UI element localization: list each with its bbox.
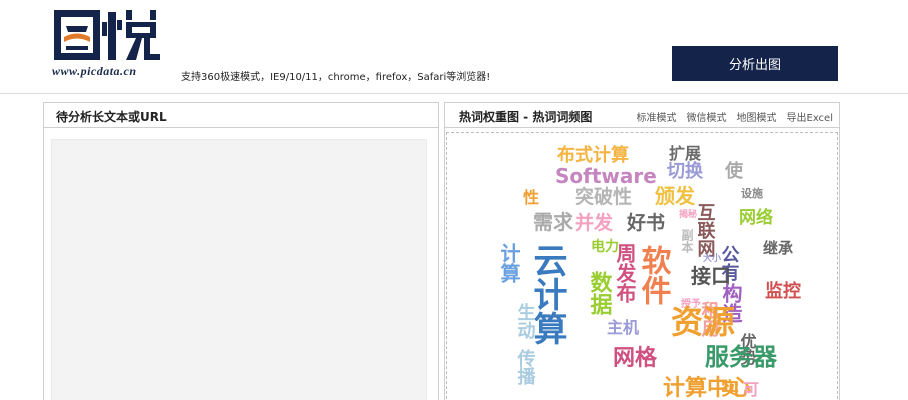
cloud-word: 颁发 <box>655 184 696 208</box>
mode-wechat[interactable]: 微信模式 <box>687 109 727 124</box>
cloud-word: 计算 <box>497 243 521 284</box>
browser-support-tagline: 支持360极速模式，IE9/10/11，chrome，firefox，Safar… <box>181 72 491 83</box>
analyze-button[interactable]: 分析出图 <box>672 46 838 81</box>
input-panel: 待分析长文本或URL <box>43 102 439 400</box>
cloud-word: Software <box>555 164 657 188</box>
cloud-word: 互联网 <box>695 203 716 257</box>
top-header: www.picdata.cn 支持360极速模式，IE9/10/11，chrom… <box>0 0 908 94</box>
cloud-word: 继承 <box>763 239 793 257</box>
word-cloud: 布式计算 扩展Software 切换 使突破性 颁发互联网设施网络性需求 并发 好书 揭秘副本… <box>497 144 801 400</box>
cloud-word: 服务器 <box>705 343 778 371</box>
text-url-input[interactable] <box>51 139 427 400</box>
cloud-word: 突破性 <box>575 185 632 208</box>
cloud-word: 周发布 <box>613 243 637 304</box>
cloud-word: 资源 <box>671 303 735 341</box>
cloud-word: 好书 <box>626 211 665 234</box>
cloud-word: 网格 <box>613 345 658 371</box>
cloud-word: 需求 <box>533 210 574 234</box>
cloud-word: 主机 <box>607 318 639 337</box>
cloud-word: 生动 <box>515 302 536 340</box>
cloud-word: 传播 <box>515 348 537 386</box>
cloud-word: 使 <box>724 161 744 182</box>
word-cloud-canvas: 布式计算 扩展 Software 切换使突破性 颁发 互联网 设施 网络性需求 并发 好书 揭秘 副本… <box>446 132 838 400</box>
cloud-word: 切换 <box>667 160 704 182</box>
output-panel: 热词权重图 - 热词词频图 标准模式 微信模式 地图模式 导出Excel 布式计… <box>444 102 840 400</box>
output-panel-header: 热词权重图 - 热词词频图 标准模式 微信模式 地图模式 导出Excel <box>445 103 839 128</box>
cloud-word: 设施 <box>741 186 763 200</box>
cloud-word: 揭秘 <box>679 208 697 220</box>
mode-map[interactable]: 地图模式 <box>737 109 777 124</box>
cloud-word: 副本 <box>680 228 694 254</box>
cloud-word: 性 <box>523 188 539 207</box>
output-panel-title: 热词权重图 - 热词词频图 <box>459 110 593 124</box>
cloud-word: 实 <box>721 378 739 400</box>
cloud-word: 网络 <box>739 207 773 228</box>
input-panel-title: 待分析长文本或URL <box>44 103 438 128</box>
logo-url-text: www.picdata.cn <box>52 64 137 78</box>
mode-tabs: 标准模式 微信模式 地图模式 导出Excel <box>637 109 834 124</box>
export-excel[interactable]: 导出Excel <box>787 109 834 124</box>
mode-standard[interactable]: 标准模式 <box>637 109 677 124</box>
cloud-word: 可 <box>743 380 759 399</box>
cloud-word: 布式计算 <box>557 144 629 166</box>
cloud-word: 监控 <box>765 280 801 302</box>
cloud-word: 并发 <box>575 211 614 234</box>
cloud-word: 软件 <box>636 245 672 305</box>
cloud-word: 大小 <box>703 252 721 264</box>
cloud-word: 数据 <box>587 270 613 316</box>
